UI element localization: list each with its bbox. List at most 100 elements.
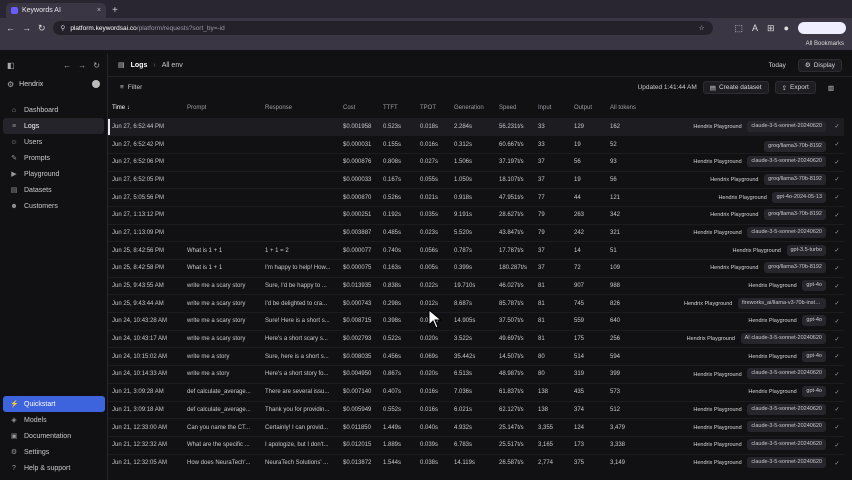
create-dataset-button[interactable]: ▤ Create dataset <box>702 81 769 94</box>
update-pill[interactable] <box>798 22 846 34</box>
table-row[interactable]: Jun 25, 9:43:55 AM write me a scary story… <box>108 276 844 295</box>
customer-tag[interactable]: Hendrix Playground <box>744 352 800 363</box>
extension-icon[interactable]: ⊞ <box>767 23 775 34</box>
sidebar-item-settings[interactable]: ⚙ Settings <box>3 444 105 460</box>
table-row[interactable]: Jun 24, 10:43:17 AM write me a scary stor… <box>108 329 844 348</box>
column-header-speed[interactable]: Speed <box>495 98 534 118</box>
model-tag[interactable]: gpt-4o <box>802 350 826 362</box>
back-icon[interactable]: ← <box>6 23 15 33</box>
sidebar-item-quickstart[interactable]: ⚡ Quickstart <box>3 396 105 412</box>
customer-tag[interactable]: Hendrix Playground <box>744 316 800 327</box>
new-tab-button[interactable]: + <box>112 5 118 16</box>
customer-tag[interactable]: Hendrix Playground <box>689 458 745 469</box>
table-row[interactable]: Jun 21, 3:09:18 AM def calculate_average.… <box>108 400 844 419</box>
sidebar-item-datasets[interactable]: ▤ Datasets <box>3 182 104 198</box>
customer-tag[interactable]: Hendrix Playground <box>683 334 739 345</box>
customer-tag[interactable] <box>755 137 763 148</box>
table-row[interactable]: Jun 24, 10:14:33 AM write me a story Here'… <box>108 365 844 384</box>
table-row[interactable]: Jun 25, 8:42:58 PM What is 1 + 1 I'm happy… <box>108 259 844 278</box>
site-info-icon[interactable]: ⚲ <box>61 24 66 32</box>
close-tab-icon[interactable]: × <box>97 7 101 14</box>
customer-tag[interactable]: Hendrix Playground <box>706 210 762 221</box>
sidebar-toggle-icon[interactable]: ◧ <box>7 61 15 70</box>
sidebar-item-documentation[interactable]: ▣ Documentation <box>3 428 105 444</box>
column-header-cost[interactable]: Cost <box>339 98 379 118</box>
customer-tag[interactable]: Hendrix Playground <box>689 157 745 168</box>
sidebar-item-models[interactable]: ◈ Models <box>3 412 105 428</box>
model-tag[interactable]: claude-3-5-sonnet-20240620 <box>747 368 826 380</box>
reload-icon[interactable]: ↻ <box>38 23 46 34</box>
column-header-ttft[interactable]: TTFT <box>379 98 416 118</box>
sidebar-item-dashboard[interactable]: ⌂ Dashboard <box>3 102 104 118</box>
model-tag[interactable]: claude-3-5-sonnet-20240620 <box>747 457 826 469</box>
column-header-input[interactable]: Input <box>534 98 570 118</box>
table-row[interactable]: Jun 21, 12:32:05 AM How does NeuraTech'..… <box>108 453 844 472</box>
column-header-tpot[interactable]: TPOT <box>416 98 450 118</box>
profile-avatar-icon[interactable]: ● <box>784 23 789 33</box>
org-switcher[interactable]: ⚙ Hendrix <box>0 76 107 92</box>
model-tag[interactable]: claude-3-5-sonnet-20240620 <box>747 120 826 132</box>
model-tag[interactable]: gpt-3.5-turbo <box>786 244 826 256</box>
extension-icon[interactable]: ⬚ <box>734 23 743 34</box>
model-tag[interactable]: fireworks_ai/llama-v3-70b-instruct <box>738 297 826 309</box>
customer-tag[interactable]: Hendrix Playground <box>706 263 762 274</box>
customer-tag[interactable]: Hendrix Playground <box>689 122 745 133</box>
bookmark-star-icon[interactable]: ☆ <box>699 24 705 32</box>
table-row[interactable]: Jun 27, 1:13:12 PM $0.000251 0.192s 0.035s 9… <box>108 205 844 225</box>
column-header-output[interactable]: Output <box>570 98 606 118</box>
extension-icon[interactable]: A <box>752 23 758 33</box>
model-tag[interactable]: groq/llama3-70b-8192 <box>764 262 826 274</box>
table-row[interactable]: Jun 25, 9:43:44 AM write me a scary story… <box>108 294 844 313</box>
customer-tag[interactable]: Hendrix Playground <box>689 423 745 434</box>
model-tag[interactable]: groq/llama3-70b-8192 <box>764 140 826 152</box>
model-tag[interactable]: claude-3-5-sonnet-20240620 <box>747 439 826 451</box>
model-tag[interactable]: groq/llama3-70b-8192 <box>764 209 826 221</box>
model-tag[interactable]: claude-3-5-sonnet-20240620 <box>747 156 826 168</box>
customer-tag[interactable]: Hendrix Playground <box>689 405 745 416</box>
sidebar-item-playground[interactable]: ▶ Playground <box>3 166 104 182</box>
model-tag[interactable]: AI claude-3-5-sonnet-20240620 <box>740 333 826 345</box>
customer-tag[interactable]: Hendrix Playground <box>689 228 745 239</box>
address-bar[interactable]: ⚲ platform.keywordsai.co/platform/reques… <box>52 21 713 35</box>
user-avatar-icon[interactable] <box>92 80 100 88</box>
model-tag[interactable]: gpt-4o <box>802 386 826 398</box>
customer-tag[interactable]: Hendrix Playground <box>744 281 800 292</box>
back-arrow-icon[interactable]: ← <box>63 61 71 70</box>
table-row[interactable]: Jun 27, 6:52:06 PM $0.000876 0.808s 0.027s 1… <box>108 152 844 172</box>
env-selector[interactable]: All env <box>162 62 183 69</box>
browser-tab[interactable]: Keywords AI × <box>6 3 106 18</box>
customer-tag[interactable]: Hendrix Playground <box>689 370 745 381</box>
table-row[interactable]: Jun 25, 8:42:56 PM What is 1 + 11 + 1 = 2… <box>108 241 844 260</box>
customer-tag[interactable]: Hendrix Playground <box>680 299 736 310</box>
table-row[interactable]: Jun 21, 12:33:00 AM Can you name the CT..… <box>108 418 844 437</box>
date-range-button[interactable]: Today <box>763 59 792 72</box>
model-tag[interactable]: gpt-4o-2024-05-13 <box>772 191 826 203</box>
table-row[interactable]: Jun 27, 6:52:44 PM $0.001958 0.523s 0.018s 2… <box>108 117 844 136</box>
column-header-prompt[interactable]: Prompt <box>183 98 261 118</box>
forward-arrow-icon[interactable]: → <box>78 61 86 70</box>
model-tag[interactable]: gpt-4o <box>802 279 826 291</box>
table-row[interactable]: Jun 21, 3:09:28 AM def calculate_average.… <box>108 382 844 401</box>
column-header-generation[interactable]: Generation <box>450 98 495 118</box>
customer-tag[interactable]: Hendrix Playground <box>714 193 770 204</box>
table-row[interactable]: Jun 21, 12:32:32 AM What are the specific… <box>108 435 844 455</box>
display-button[interactable]: ⚙ Display <box>797 58 842 72</box>
column-header-time[interactable]: Time ↓ <box>108 98 183 118</box>
sidebar-item-help-support[interactable]: ? Help & support <box>3 460 105 476</box>
sidebar-item-logs[interactable]: ≡ Logs <box>3 118 104 134</box>
model-tag[interactable]: groq/llama3-70b-8192 <box>764 173 826 185</box>
table-row[interactable]: Jun 27, 1:13:09 PM $0.003887 0.485s 0.023s 5… <box>108 223 844 242</box>
column-header-response[interactable]: Response <box>261 98 339 118</box>
sidebar-item-customers[interactable]: ☻ Customers <box>3 198 104 214</box>
sidebar-item-prompts[interactable]: ✎ Prompts <box>3 150 104 166</box>
model-tag[interactable]: claude-3-5-sonnet-20240620 <box>747 421 826 433</box>
column-header-all-tokens[interactable]: All tokens <box>606 98 646 118</box>
all-bookmarks-link[interactable]: All Bookmarks <box>806 41 844 47</box>
model-tag[interactable]: gpt-4o <box>802 315 826 327</box>
forward-icon[interactable]: → <box>22 23 31 33</box>
model-tag[interactable]: claude-3-5-sonnet-20240620 <box>747 403 826 415</box>
refresh-icon[interactable]: ↻ <box>93 61 100 70</box>
table-row[interactable]: Jun 24, 10:15:02 AM write me a story Sure,… <box>108 347 844 366</box>
table-row[interactable]: Jun 24, 10:43:28 AM write me a scary stor… <box>108 312 844 331</box>
table-row[interactable]: Jun 27, 6:52:42 PM $0.000031 0.155s 0.016s 0… <box>108 135 844 154</box>
